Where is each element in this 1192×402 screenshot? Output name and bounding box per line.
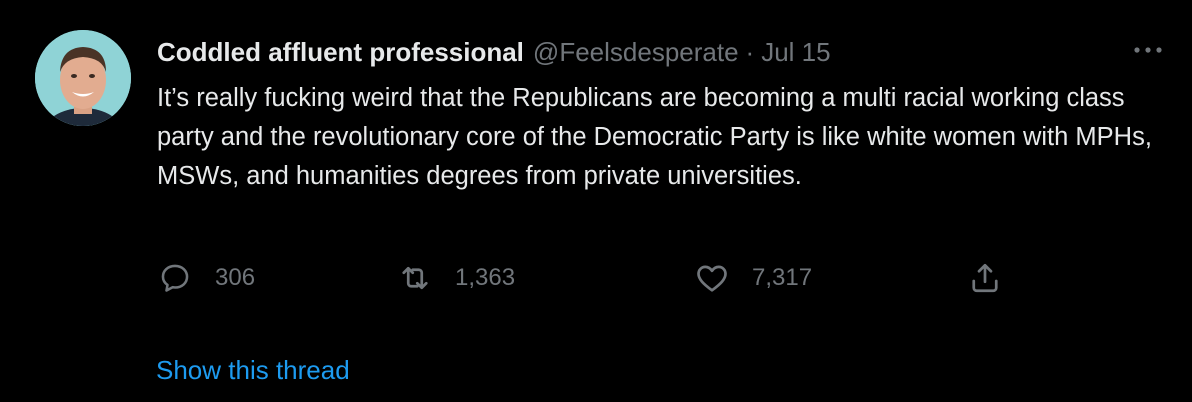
- tweet-header: Coddled affluent professional @Feelsdesp…: [157, 34, 831, 70]
- reply-icon: [157, 260, 193, 296]
- more-options-button[interactable]: [1128, 38, 1168, 62]
- reply-button[interactable]: 306: [157, 258, 255, 298]
- like-icon: [694, 260, 730, 296]
- share-icon: [967, 260, 1003, 296]
- reply-count: 306: [215, 264, 256, 291]
- like-button[interactable]: 7,317: [694, 258, 812, 298]
- separator-dot: ·: [745, 37, 755, 67]
- retweet-icon: [397, 260, 433, 296]
- tweet-actions: 306 1,363 7,317: [157, 258, 1017, 298]
- show-thread-link[interactable]: Show this thread: [156, 352, 350, 388]
- user-avatar[interactable]: [35, 30, 131, 126]
- more-options-icon: [1134, 47, 1162, 53]
- user-handle[interactable]: @Feelsdesperate: [533, 34, 739, 70]
- share-button[interactable]: [967, 258, 1003, 298]
- tweet-timestamp[interactable]: Jul 15: [761, 34, 830, 70]
- display-name[interactable]: Coddled affluent professional: [157, 34, 524, 70]
- tweet-text: It’s really fucking weird that the Repub…: [157, 84, 1152, 190]
- retweet-count: 1,363: [455, 264, 516, 291]
- like-count: 7,317: [752, 264, 813, 291]
- retweet-button[interactable]: 1,363: [397, 258, 515, 298]
